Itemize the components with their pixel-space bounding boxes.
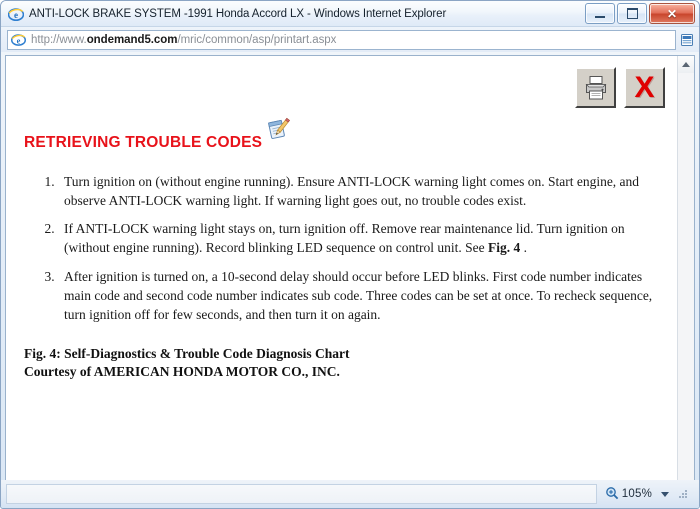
- window-title: ANTI-LOCK BRAKE SYSTEM -1991 Honda Accor…: [29, 7, 447, 20]
- maximize-button[interactable]: [617, 3, 647, 24]
- notepad-pencil-icon: [266, 116, 292, 142]
- url-text: http://www.ondemand5.com/mric/common/asp…: [31, 34, 672, 46]
- browser-window: e ANTI-LOCK BRAKE SYSTEM -1991 Honda Acc…: [0, 0, 700, 509]
- chevron-down-icon[interactable]: [661, 491, 669, 497]
- print-icon: [582, 74, 610, 102]
- page-toolbar: X: [575, 67, 665, 108]
- rss-feed-icon[interactable]: [679, 32, 695, 48]
- url-domain: ondemand5.com: [86, 33, 178, 46]
- scrollbar-track[interactable]: [677, 73, 694, 484]
- figure-reference: Fig. 4: [488, 240, 521, 256]
- resize-grip[interactable]: [677, 488, 689, 500]
- list-item: If ANTI-LOCK warning light stays on, tur…: [58, 219, 659, 257]
- favicon-ie-icon: e: [11, 32, 27, 48]
- vertical-scrollbar[interactable]: [677, 56, 694, 501]
- heading-row: RETRIEVING TROUBLE CODES: [24, 117, 659, 151]
- minimize-button[interactable]: [585, 3, 615, 24]
- document-viewport: X RETRIEVING TROUBLE CODES 1. Turn ignit…: [5, 55, 695, 502]
- caption-line-1: Fig. 4: Self-Diagnostics & Trouble Code …: [24, 346, 350, 362]
- close-x-icon: X: [634, 70, 655, 104]
- list-item: Turn ignition on (without engine running…: [58, 172, 659, 210]
- step-1-text: Turn ignition on (without engine running…: [64, 174, 640, 209]
- url-path: /mric/common/asp/printart.aspx: [177, 33, 337, 46]
- status-bar: 105%: [1, 480, 699, 508]
- ie-logo-icon: e: [8, 6, 24, 22]
- steps-list: Turn ignition on (without engine running…: [24, 172, 659, 324]
- html-page: X RETRIEVING TROUBLE CODES 1. Turn ignit…: [6, 56, 677, 501]
- list-item: After ignition is turned on, a 10-second…: [58, 267, 659, 324]
- scroll-up-button[interactable]: [677, 56, 694, 73]
- url-prefix: http://www.: [31, 33, 87, 46]
- close-article-button[interactable]: X: [624, 67, 665, 108]
- step-3-text: After ignition is turned on, a 10-second…: [64, 268, 653, 322]
- figure-caption: Fig. 4: Self-Diagnostics & Trouble Code …: [24, 345, 659, 381]
- magnifier-plus-icon: [605, 486, 619, 503]
- chevron-up-icon: [682, 62, 690, 67]
- print-button[interactable]: [575, 67, 616, 108]
- close-x-glyph: ✕: [666, 6, 678, 21]
- caption-line-2: Courtesy of AMERICAN HONDA MOTOR CO., IN…: [24, 364, 340, 380]
- address-bar-row: e http://www.ondemand5.com/mric/common/a…: [1, 27, 699, 52]
- status-message: [6, 484, 597, 504]
- window-controls: ✕: [585, 3, 695, 24]
- zoom-control[interactable]: 105%: [601, 484, 693, 504]
- address-input[interactable]: e http://www.ondemand5.com/mric/common/a…: [7, 29, 676, 50]
- title-bar: e ANTI-LOCK BRAKE SYSTEM -1991 Honda Acc…: [1, 1, 699, 27]
- close-window-button[interactable]: ✕: [649, 3, 695, 24]
- step-2-tail: .: [520, 240, 528, 256]
- svg-text:e: e: [17, 35, 21, 45]
- zoom-level-label: 105%: [621, 488, 652, 500]
- page-title: RETRIEVING TROUBLE CODES: [24, 133, 263, 151]
- step-2-text: If ANTI-LOCK warning light stays on, tur…: [64, 221, 625, 256]
- svg-text:e: e: [14, 10, 18, 20]
